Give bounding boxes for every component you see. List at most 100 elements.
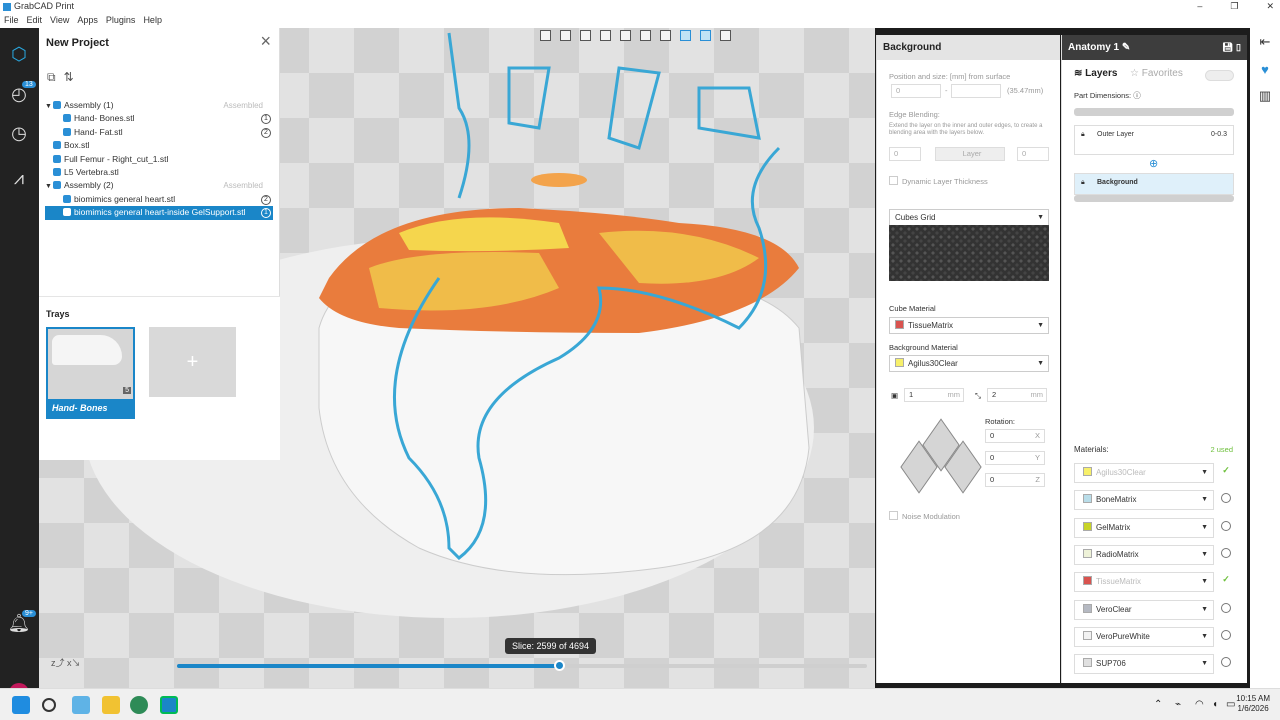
material-select[interactable]: SUP706 ▼: [1074, 654, 1214, 675]
spacing-field[interactable]: 2 mm: [987, 388, 1047, 402]
radio-button[interactable]: [1221, 520, 1231, 531]
clock-icon[interactable]: ◷: [7, 121, 31, 145]
bg-material-select[interactable]: Agilus30Clear ▼: [889, 355, 1049, 372]
material-select[interactable]: VeroPureWhite ▼: [1074, 626, 1214, 647]
wifi-icon[interactable]: ◠: [1195, 699, 1204, 710]
outer-layer-item[interactable]: 🔒︎ Outer Layer 0-0.3: [1074, 125, 1234, 155]
menu-view[interactable]: View: [50, 13, 69, 28]
menu-edit[interactable]: Edit: [27, 13, 43, 28]
chevron-up-icon[interactable]: ⌃: [1154, 699, 1162, 710]
rotation-y-field[interactable]: 0Y: [985, 451, 1045, 465]
noise-checkbox[interactable]: [889, 511, 898, 520]
material-select[interactable]: TissueMatrix ▼: [1074, 572, 1214, 593]
material-select[interactable]: BoneMatrix ▼: [1074, 490, 1214, 511]
menu-help[interactable]: Help: [143, 13, 162, 28]
menu-file[interactable]: File: [4, 13, 19, 28]
close-window-button[interactable]: ✕: [1266, 0, 1274, 13]
edge-browser-icon[interactable]: [130, 696, 148, 714]
noise-option[interactable]: Noise Modulation: [889, 511, 960, 521]
clock[interactable]: 10:15 AM 1/6/2026: [1236, 694, 1270, 714]
search-icon[interactable]: [42, 698, 56, 712]
favorites-toggle[interactable]: [1205, 70, 1234, 81]
edge-left-field[interactable]: 0: [889, 147, 921, 161]
tray-card[interactable]: 5 Hand- Bones: [46, 327, 135, 419]
radio-button[interactable]: [1221, 629, 1231, 640]
radio-button[interactable]: [1221, 602, 1231, 613]
rotation-x-field[interactable]: 0X: [985, 429, 1045, 443]
radio-button[interactable]: [1221, 547, 1231, 558]
pattern-select[interactable]: Cubes Grid ▼: [889, 209, 1049, 226]
view-perspective-icon[interactable]: [700, 30, 711, 41]
sort-icon[interactable]: ⇅: [64, 70, 74, 85]
volume-icon[interactable]: ◖: [1212, 699, 1218, 710]
material-swatch: [1083, 576, 1092, 586]
minimize-button[interactable]: –: [1197, 0, 1202, 13]
tree-item[interactable]: Box.stl: [45, 139, 273, 152]
tree-item[interactable]: biomimics general heart.stl 2: [45, 193, 273, 206]
tree-item[interactable]: ▼ Assembly (2) Assembled: [45, 179, 273, 192]
menu-plugins[interactable]: Plugins: [106, 13, 136, 28]
material-select[interactable]: VeroClear ▼: [1074, 599, 1214, 620]
material-select[interactable]: RadioMatrix ▼: [1074, 544, 1214, 565]
tree-item[interactable]: Hand- Bones.stl 1: [45, 112, 273, 125]
background-layer-item[interactable]: 🔒︎ Background: [1074, 173, 1234, 195]
windows-start-icon[interactable]: [12, 696, 30, 714]
document-icon[interactable]: ▯: [1236, 42, 1241, 52]
print-queue-icon[interactable]: ⩘: [7, 166, 31, 190]
widgets-icon[interactable]: [72, 696, 90, 714]
close-icon[interactable]: ×: [260, 31, 271, 52]
chevron-down-icon[interactable]: ▼: [45, 180, 53, 193]
tree-item[interactable]: biomimics general heart-inside GelSuppor…: [45, 206, 273, 220]
tab-favorites[interactable]: ☆ Favorites: [1130, 68, 1183, 79]
slice-slider[interactable]: [177, 660, 867, 671]
edge-right-field[interactable]: 0: [1017, 147, 1049, 161]
chevron-down-icon[interactable]: ▼: [45, 100, 53, 113]
view-front-icon[interactable]: [540, 30, 551, 41]
cube-material-select[interactable]: TissueMatrix ▼: [889, 317, 1049, 334]
check-icon[interactable]: ✓: [1221, 575, 1231, 585]
view-settings-icon[interactable]: [720, 30, 731, 41]
tab-layers[interactable]: ≋ Layers: [1074, 68, 1117, 79]
edge-layer-select[interactable]: Layer: [935, 147, 1005, 161]
duplicate-icon[interactable]: ⧉: [47, 70, 56, 85]
position-start-field[interactable]: 0: [891, 84, 941, 98]
view-right-icon[interactable]: [600, 30, 611, 41]
dynamic-thickness-option[interactable]: Dynamic Layer Thickness: [889, 176, 988, 186]
add-layer-icon[interactable]: ⊕: [1149, 157, 1158, 170]
cube-size-field[interactable]: 1 mm: [904, 388, 964, 402]
material-select[interactable]: Agilus30Clear ▼: [1074, 463, 1214, 483]
battery-icon[interactable]: ▭: [1226, 699, 1235, 710]
outer-layer-range[interactable]: 0-0.3: [1211, 131, 1227, 138]
rotation-z-field[interactable]: 0Z: [985, 473, 1045, 487]
chart-icon[interactable]: ▥: [1257, 88, 1273, 104]
maximize-button[interactable]: ❐: [1230, 0, 1238, 13]
tree-item[interactable]: Full Femur - Right_cut_1.stl: [45, 153, 273, 166]
view-iso-icon[interactable]: [660, 30, 671, 41]
cube-orientation-preview: [897, 418, 982, 495]
grabcad-app-icon[interactable]: [160, 696, 178, 714]
check-icon[interactable]: ✓: [1221, 466, 1231, 476]
radio-button[interactable]: [1221, 493, 1231, 504]
info-icon[interactable]: ⓘ: [1133, 91, 1141, 100]
dynamic-checkbox[interactable]: [889, 176, 898, 185]
file-explorer-icon[interactable]: [102, 696, 120, 714]
edit-icon[interactable]: ✎: [1122, 42, 1130, 53]
view-back-icon[interactable]: [560, 30, 571, 41]
view-top-icon[interactable]: [620, 30, 631, 41]
cube-icon[interactable]: ⬡: [7, 42, 31, 66]
tree-item[interactable]: ▼ Assembly (1) Assembled: [45, 99, 273, 112]
menu-apps[interactable]: Apps: [77, 13, 98, 28]
tree-item[interactable]: L5 Vertebra.stl: [45, 166, 273, 179]
view-bottom-icon[interactable]: [640, 30, 651, 41]
heart-anatomy-icon[interactable]: ♥: [1257, 62, 1273, 78]
save-icon[interactable]: 💾︎: [1222, 42, 1233, 52]
collapse-panel-icon[interactable]: ⇤: [1257, 34, 1273, 50]
position-end-field[interactable]: [951, 84, 1001, 98]
radio-button[interactable]: [1221, 657, 1231, 668]
view-mode-icon[interactable]: [680, 30, 691, 41]
view-left-icon[interactable]: [580, 30, 591, 41]
material-select[interactable]: GelMatrix ▼: [1074, 517, 1214, 538]
tree-item[interactable]: Hand- Fat.stl 2: [45, 126, 273, 139]
network-icon[interactable]: ⌁: [1175, 699, 1181, 710]
add-tray-button[interactable]: +: [149, 327, 236, 397]
